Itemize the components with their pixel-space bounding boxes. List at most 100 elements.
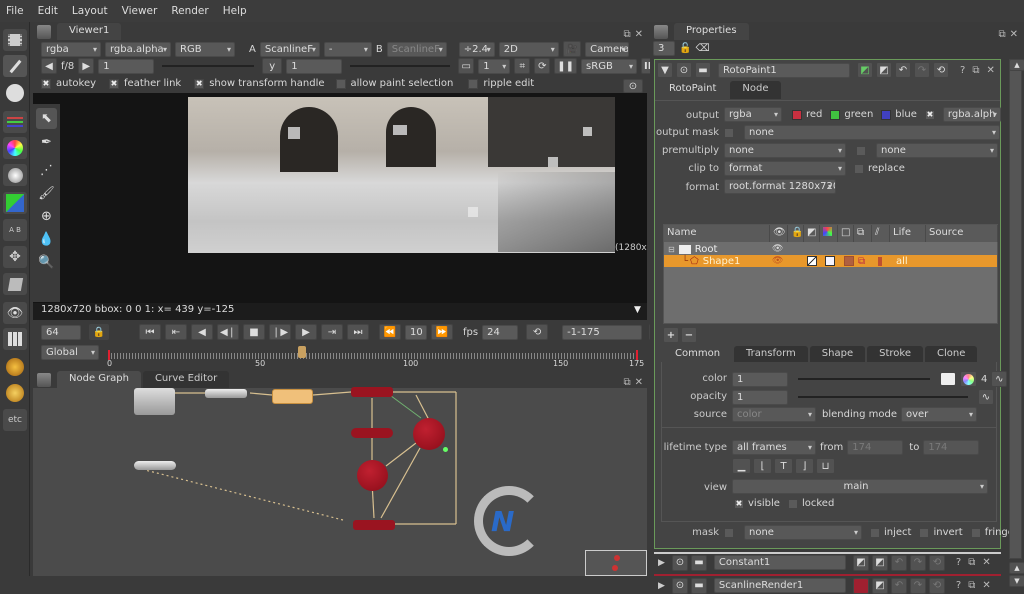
views-icon[interactable]: 👁 xyxy=(3,302,27,324)
alpha-channel-checkbox[interactable] xyxy=(924,109,935,120)
scene-node-top[interactable] xyxy=(351,387,393,397)
rotopaint-node[interactable] xyxy=(272,389,313,404)
help-icon[interactable]: ? xyxy=(956,580,961,591)
tab-transform[interactable]: Transform xyxy=(734,346,808,362)
scroll-down-button[interactable]: ▼ xyxy=(1009,575,1024,587)
node-graph-navigator[interactable] xyxy=(585,550,647,576)
timeline-scope-dropdown[interactable]: Global xyxy=(41,345,99,360)
shape-color-swatch[interactable] xyxy=(825,256,835,266)
view-mode-dropdown[interactable]: 2D xyxy=(498,41,559,57)
downscale-dropdown[interactable]: ÷2.4 xyxy=(458,41,495,57)
close-panel-icon[interactable]: ✕ xyxy=(1010,29,1018,40)
camera-icon[interactable]: 🎥 xyxy=(562,41,582,57)
float-node-icon[interactable]: ⧉ xyxy=(972,65,979,76)
menu-help[interactable]: Help xyxy=(217,5,255,17)
visible-icon[interactable]: 👁 xyxy=(772,244,783,254)
visible-icon[interactable]: 👁 xyxy=(772,256,783,266)
opacity-field[interactable]: 1 xyxy=(732,389,788,405)
refresh-icon[interactable]: ⟳ xyxy=(534,58,551,74)
color-slider[interactable] xyxy=(798,378,930,380)
tab-properties[interactable]: Properties xyxy=(674,23,749,40)
redo-icon[interactable]: ↷ xyxy=(909,577,926,594)
menu-layout[interactable]: Layout xyxy=(66,5,116,17)
node-name-field[interactable]: Constant1 xyxy=(713,555,846,570)
close-node-icon[interactable]: ✕ xyxy=(986,65,994,76)
lifetime-range-button[interactable]: ⊔ xyxy=(816,458,835,474)
prev-frame-button[interactable]: ◀ xyxy=(191,324,213,340)
node-color-icon[interactable]: ▬ xyxy=(690,554,707,571)
close-node-icon[interactable]: ✕ xyxy=(982,580,990,591)
camera-dropdown[interactable]: Camera xyxy=(585,41,630,57)
lut-dropdown[interactable]: sRGB xyxy=(581,58,638,74)
tab-node[interactable]: Node xyxy=(730,81,781,99)
menu-edit[interactable]: Edit xyxy=(32,5,66,17)
skip-forward-button[interactable]: ⏩ xyxy=(431,324,453,340)
viewer-icon[interactable] xyxy=(3,29,27,51)
collapse-icon[interactable]: ▼ xyxy=(657,62,673,78)
lock-icon[interactable]: 🔓 xyxy=(679,43,691,54)
frame-range-field[interactable]: -1-175 xyxy=(562,324,643,340)
revert-icon[interactable]: ⟲ xyxy=(933,62,949,78)
feather-link-checkbox[interactable] xyxy=(109,78,120,89)
red-channel-checkbox[interactable] xyxy=(792,109,802,120)
clip-to-dropdown[interactable]: format xyxy=(724,161,846,176)
camera-sphere-node[interactable] xyxy=(413,418,445,450)
fps-field[interactable]: 24 xyxy=(482,324,519,340)
clone-tool-icon[interactable]: ⊕ xyxy=(36,206,57,227)
visible-column-icon[interactable]: 👁 xyxy=(770,225,788,242)
gain-field[interactable]: 1 xyxy=(98,58,155,74)
font-color-icon[interactable]: ◩ xyxy=(871,554,888,571)
tile-color-icon[interactable] xyxy=(852,577,869,594)
alpha-dropdown[interactable]: rgba.alph xyxy=(942,107,1001,122)
premultiply-dropdown-2[interactable]: none xyxy=(876,143,998,158)
time-icon[interactable] xyxy=(3,82,27,104)
font-color-icon[interactable]: ◩ xyxy=(876,62,892,78)
help-icon[interactable]: ? xyxy=(956,557,961,568)
inject-checkbox[interactable] xyxy=(870,527,880,538)
clear-panels-icon[interactable]: ⌫ xyxy=(695,43,709,54)
undo-icon[interactable]: ↶ xyxy=(890,577,907,594)
visible-checkbox[interactable] xyxy=(734,498,744,509)
mask-checkbox[interactable] xyxy=(724,527,734,538)
tree-row-shape1[interactable]: └ ⬠ Shape1 👁 ⧉ all xyxy=(664,255,997,267)
expand-icon[interactable]: ▶ xyxy=(658,558,665,568)
roi-icon[interactable]: ⌗ xyxy=(514,58,531,74)
next-keyframe-button[interactable]: ⇥ xyxy=(321,324,343,340)
gamma-field[interactable]: 1 xyxy=(286,58,343,74)
select-tool-icon[interactable]: ⬉ xyxy=(36,108,57,129)
opacity-slider[interactable] xyxy=(798,396,968,398)
gain-slider[interactable] xyxy=(162,65,255,67)
blue-channel-checkbox[interactable] xyxy=(881,109,892,120)
fstop-value[interactable]: f/8 xyxy=(61,61,74,72)
fstop-next-button[interactable]: ▶ xyxy=(78,58,95,74)
status-expand-icon[interactable]: ▼ xyxy=(634,305,641,315)
last-frame-button[interactable]: ⏭ xyxy=(347,324,369,340)
close-panel-icon[interactable]: ✕ xyxy=(635,29,643,40)
etc-icon[interactable]: etc xyxy=(3,409,27,431)
tab-clone[interactable]: Clone xyxy=(925,346,978,362)
menu-render[interactable]: Render xyxy=(165,5,216,17)
tab-viewer1[interactable]: Viewer1 xyxy=(57,23,122,40)
font-color-icon[interactable]: ◩ xyxy=(871,577,888,594)
mask-dropdown[interactable]: none xyxy=(744,525,862,540)
color-icon[interactable] xyxy=(3,137,27,159)
revert-icon[interactable]: ⟲ xyxy=(928,577,945,594)
close-node-icon[interactable]: ✕ xyxy=(982,557,990,568)
autokey-checkbox[interactable] xyxy=(41,78,51,89)
motion-blur-toggle[interactable] xyxy=(878,256,882,266)
ripple-edit-checkbox[interactable] xyxy=(468,78,479,89)
play-backward-button[interactable]: ◀❘ xyxy=(217,324,239,340)
expand-icon[interactable]: ▶ xyxy=(658,581,665,591)
dodge-tool-icon[interactable]: 🔍 xyxy=(36,252,57,273)
fstop-prev-button[interactable]: ◀ xyxy=(41,58,57,74)
play-forward-button[interactable]: ❘▶ xyxy=(269,324,291,340)
invert-toggle[interactable] xyxy=(807,256,817,266)
display-dropdown[interactable]: RGB xyxy=(175,41,235,57)
color-field[interactable]: 1 xyxy=(732,371,788,387)
node-color-icon[interactable]: ▬ xyxy=(690,577,707,594)
blend-icon[interactable]: ⧉ xyxy=(858,256,865,267)
gamma-slider[interactable] xyxy=(350,65,451,67)
read-node[interactable] xyxy=(134,388,175,415)
green-channel-checkbox[interactable] xyxy=(830,109,841,120)
to-field[interactable]: 174 xyxy=(923,440,980,455)
